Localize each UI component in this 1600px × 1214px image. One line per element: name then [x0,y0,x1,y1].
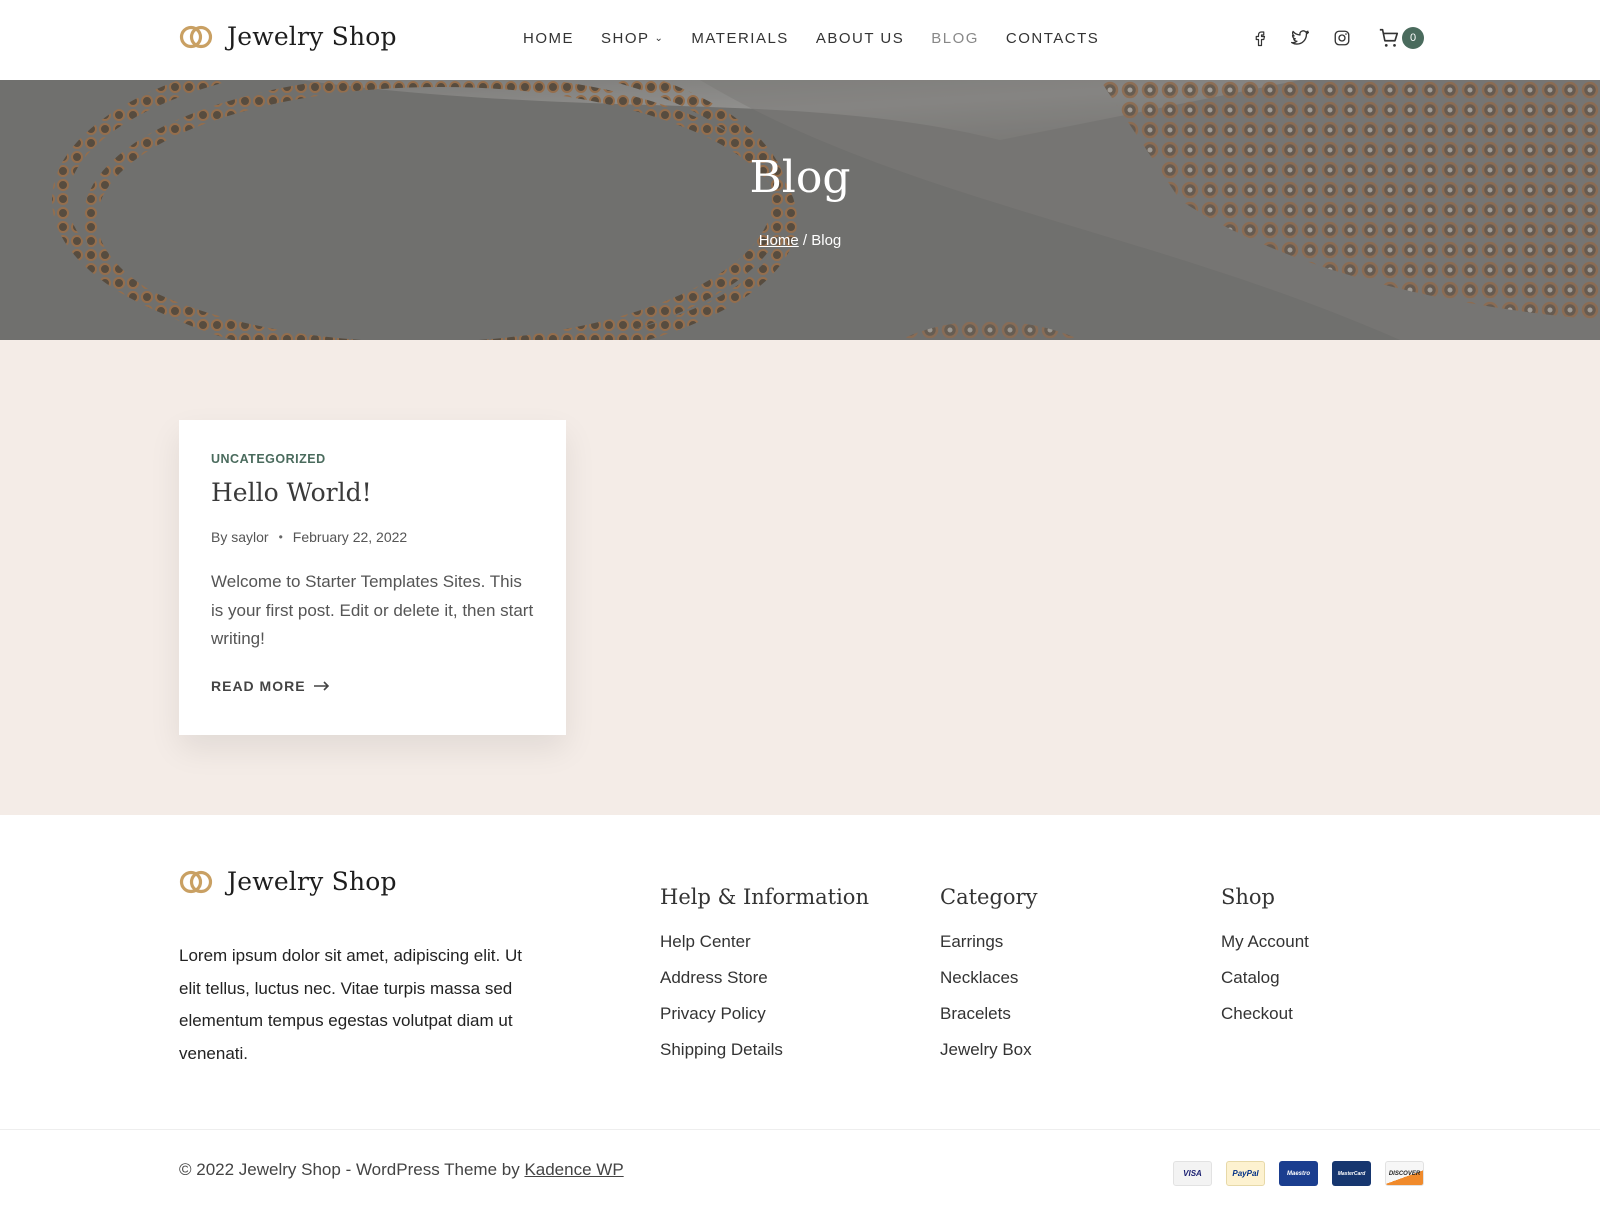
nav-contacts[interactable]: CONTACTS [1006,30,1099,47]
footer-link[interactable]: My Account [1221,931,1309,953]
nav-home[interactable]: HOME [523,30,574,47]
arrow-right-icon [313,680,329,691]
main-nav: HOME SHOP ⌄ MATERIALS ABOUT US BLOG CONTA… [523,30,1099,47]
footer-col-shop: Shop My Account Catalog Checkout [1221,885,1309,1039]
payment-methods: VISA PayPal Maestro MasterCard DISCOVER [1173,1161,1424,1186]
nav-about-us[interactable]: ABOUT US [816,30,904,47]
mastercard-icon: MasterCard [1332,1161,1371,1186]
facebook-icon[interactable] [1248,26,1272,50]
rings-logo-icon [179,25,213,48]
rings-logo-icon [179,870,213,893]
footer-link[interactable]: Shipping Details [660,1039,869,1061]
nav-blog[interactable]: BLOG [931,30,979,47]
cart-icon [1379,28,1399,47]
twitter-icon[interactable] [1288,26,1312,50]
read-more-link[interactable]: READ MORE [211,678,534,694]
nav-materials[interactable]: MATERIALS [691,30,788,47]
read-more-label: READ MORE [211,677,306,694]
footer-link[interactable]: Help Center [660,931,869,953]
copyright-text: © 2022 Jewelry Shop - WordPress Theme by… [179,1160,624,1180]
post-title-link[interactable]: Hello World! [211,478,534,507]
nav-about-label: ABOUT US [815,30,905,47]
meta-separator: • [278,530,283,544]
breadcrumb-home-link[interactable]: Home [759,232,799,249]
chevron-down-icon: ⌄ [654,33,665,44]
post-date: February 22, 2022 [292,529,408,545]
breadcrumb: Home / Blog [0,232,1600,249]
social-icons [1248,26,1354,50]
site-header: Jewelry Shop HOME SHOP ⌄ MATERIALS ABOUT … [0,0,1600,80]
cart-count-badge: 0 [1402,27,1424,49]
footer-link[interactable]: Jewelry Box [940,1039,1037,1061]
post-excerpt: Welcome to Starter Templates Sites. This… [211,572,534,648]
post-card: UNCATEGORIZED Hello World! By saylor • F… [179,420,566,735]
footer-link[interactable]: Catalog [1221,967,1309,989]
footer-logo-text: Jewelry Shop [227,867,397,896]
nav-home-label: HOME [523,30,574,47]
site-logo[interactable]: Jewelry Shop [179,22,397,51]
logo-text: Jewelry Shop [227,22,397,51]
nav-shop[interactable]: SHOP ⌄ [601,30,664,47]
footer-description: Lorem ipsum dolor sit amet, adipiscing e… [179,946,522,1063]
paypal-icon: PayPal [1226,1161,1265,1186]
footer-col-category: Category Earrings Necklaces Bracelets Je… [940,885,1037,1075]
footer-link[interactable]: Checkout [1221,1003,1309,1025]
footer-col-title: Category [940,885,1038,909]
site-footer: Jewelry Shop Lorem ipsum dolor sit amet,… [0,815,1600,1214]
nav-contacts-label: CONTACTS [1005,30,1100,47]
post-category-link[interactable]: UNCATEGORIZED [211,452,534,466]
footer-link[interactable]: Bracelets [940,1003,1037,1025]
breadcrumb-current: Blog [811,232,842,249]
footer-link[interactable]: Address Store [660,967,869,989]
visa-icon: VISA [1173,1161,1212,1186]
footer-link[interactable]: Necklaces [940,967,1037,989]
footer-link[interactable]: Privacy Policy [660,1003,869,1025]
blog-content: UNCATEGORIZED Hello World! By saylor • F… [0,340,1600,815]
page-title: Blog [749,152,851,203]
breadcrumb-separator: / [798,232,812,249]
instagram-icon[interactable] [1330,26,1354,50]
nav-shop-label: SHOP [601,30,650,47]
footer-col-help: Help & Information Help Center Address S… [660,885,869,1075]
page-hero: Blog Home / Blog [0,80,1600,340]
footer-col-title: Shop [1221,885,1275,909]
discover-icon: DISCOVER [1385,1161,1424,1186]
kadence-wp-link[interactable]: Kadence WP [524,1160,623,1179]
nav-materials-label: MATERIALS [691,30,789,47]
footer-divider [0,1129,1600,1130]
nav-blog-label: BLOG [931,30,979,47]
hero-overlay [0,80,1600,340]
footer-link[interactable]: Earrings [940,931,1037,953]
footer-col-title: Help & Information [660,885,869,909]
cart-button[interactable]: 0 [1378,27,1424,49]
footer-logo[interactable]: Jewelry Shop [179,867,397,896]
post-author[interactable]: By saylor [211,529,269,545]
post-meta: By saylor • February 22, 2022 [211,529,534,545]
maestro-icon: Maestro [1279,1161,1318,1186]
copyright-prefix: © 2022 Jewelry Shop - WordPress Theme by [179,1160,525,1179]
